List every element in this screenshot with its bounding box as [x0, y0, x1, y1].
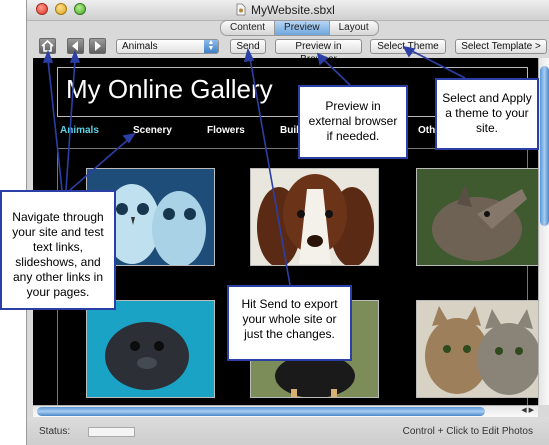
document-icon [236, 3, 246, 16]
zoom-button[interactable] [74, 3, 86, 15]
status-hint: Control + Click to Edit Photos [402, 426, 533, 437]
minimize-button[interactable] [55, 3, 67, 15]
photo-seal[interactable] [86, 300, 215, 398]
title-bar: MyWebsite.sbxl [27, 0, 549, 21]
tab-content[interactable]: Content [220, 20, 276, 36]
scroll-arrows-icon[interactable]: ◀ ▶ [521, 406, 534, 416]
back-arrow-icon [72, 41, 78, 51]
site-nav-animals[interactable]: Animals [60, 125, 99, 136]
page-select[interactable]: Animals ▲ ▼ [116, 39, 219, 54]
vertical-scrollbar[interactable] [538, 58, 549, 405]
select-theme-button[interactable]: Select Theme [370, 39, 446, 54]
window-title: MyWebsite.sbxl [251, 3, 335, 17]
preview-in-browser-button[interactable]: Preview in Browser [275, 39, 362, 65]
photo-wolf-pup[interactable] [416, 168, 544, 266]
page-select-value: Animals [122, 41, 158, 52]
callout-navigate: Navigate through your site and test text… [0, 190, 116, 310]
callout-theme: Select and Apply a theme to your site. [435, 78, 539, 150]
tab-preview[interactable]: Preview [275, 20, 330, 36]
forward-button[interactable] [89, 38, 106, 54]
status-bar: Status: Control + Click to Edit Photos [27, 417, 549, 445]
vertical-scroll-thumb[interactable] [540, 66, 549, 226]
back-button[interactable] [67, 38, 84, 54]
site-nav-buildings[interactable]: Buil [280, 125, 299, 136]
close-button[interactable] [36, 3, 48, 15]
photo-cats[interactable] [416, 300, 544, 398]
site-nav-flowers[interactable]: Flowers [207, 125, 245, 136]
horizontal-scroll-thumb[interactable] [37, 407, 485, 416]
select-template-button[interactable]: Select Template > [455, 39, 547, 54]
callout-preview: Preview in external browser if needed. [298, 85, 408, 159]
status-label: Status: [39, 426, 71, 437]
home-button[interactable] [39, 38, 56, 54]
site-title: My Online Gallery [66, 74, 273, 104]
status-progress-field [88, 427, 135, 437]
select-arrows-icon: ▲ ▼ [204, 39, 218, 53]
callout-send: Hit Send to export your whole site or ju… [227, 285, 352, 361]
forward-arrow-icon [95, 41, 101, 51]
send-button[interactable]: Send [230, 39, 266, 54]
photo-spaniel[interactable] [250, 168, 379, 266]
tab-layout[interactable]: Layout [329, 20, 379, 36]
toolbar: Animals ▲▼ Send Preview in Browser Selec… [27, 36, 549, 65]
view-tabs: Content Preview Layout [220, 20, 379, 36]
horizontal-scrollbar[interactable]: ◀ ▶ [33, 405, 538, 417]
site-nav-scenery[interactable]: Scenery [133, 125, 172, 136]
home-icon [41, 39, 54, 52]
